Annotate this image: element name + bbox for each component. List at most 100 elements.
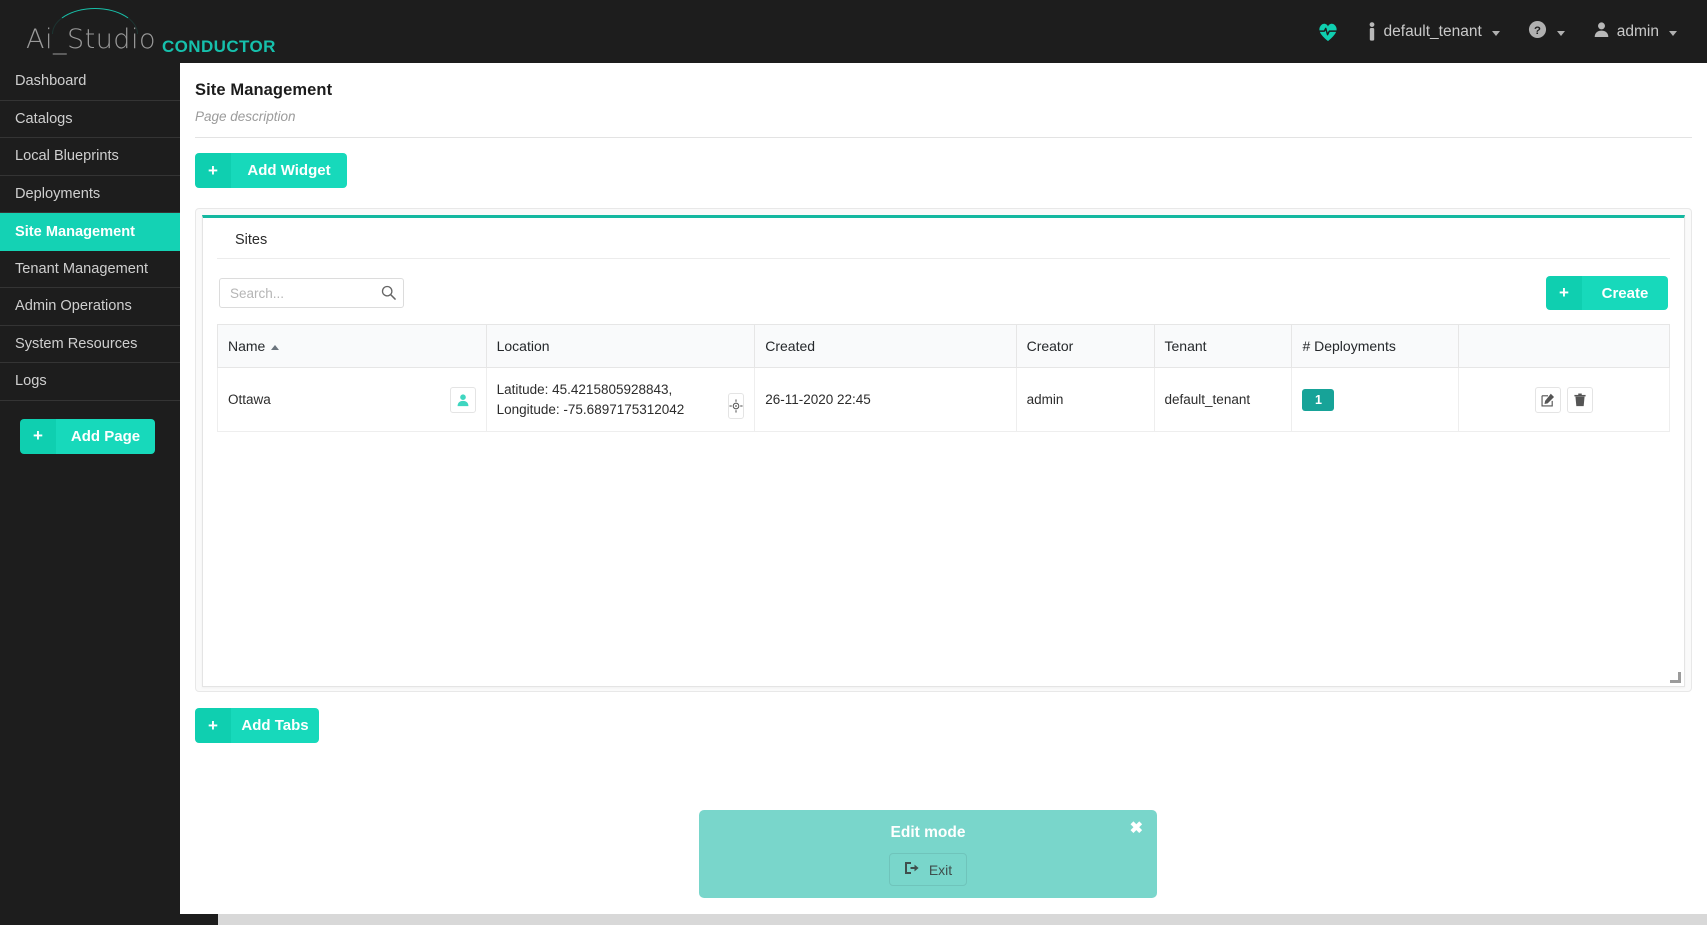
crosshair-icon[interactable] [727, 393, 745, 420]
sidebar-item-system-resources[interactable]: System Resources [0, 326, 180, 363]
sign-out-icon [904, 861, 920, 878]
exit-label: Exit [928, 861, 953, 878]
horizontal-scrollbar[interactable] [0, 914, 1707, 925]
search-input[interactable] [219, 278, 404, 308]
sidebar-item-site-management[interactable]: Site Management [0, 213, 180, 251]
close-icon[interactable]: ✖ [1130, 821, 1143, 837]
page-header: Site Management Page description [180, 63, 1707, 124]
cell-actions [1458, 367, 1670, 433]
column-label: Name [228, 338, 266, 354]
cell-name: Ottawa [217, 367, 487, 433]
sidebar-item-label: Logs [15, 373, 47, 390]
column-header-creator[interactable]: Creator [1015, 324, 1155, 368]
top-header-bar: Ai_Studio CONDUCTOR default_tenant ? adm… [0, 0, 1707, 63]
column-header-location[interactable]: Location [485, 324, 756, 368]
table-row[interactable]: Ottawa Latitude: 45.4215805928843, Longi… [217, 367, 1670, 433]
add-tabs-label: Add Tabs [231, 708, 319, 743]
user-icon [1593, 21, 1610, 43]
sidebar-item-local-blueprints[interactable]: Local Blueprints [0, 138, 180, 176]
widget-edit-container: Sites + Create [195, 208, 1692, 692]
person-icon [1367, 22, 1377, 41]
help-menu-button[interactable]: ? [1514, 0, 1579, 63]
edit-mode-panel: Edit mode ✖ Exit [699, 810, 1157, 898]
column-header-created[interactable]: Created [754, 324, 1017, 368]
sidebar-item-label: Deployments [15, 185, 101, 202]
sidebar-item-deployments[interactable]: Deployments [0, 176, 180, 213]
sidebar-item-catalogs[interactable]: Catalogs [0, 101, 180, 138]
health-status-button[interactable] [1303, 0, 1353, 63]
main-content: Site Management Page description + Add W… [180, 63, 1707, 918]
widget-resize-handle[interactable] [1670, 672, 1682, 684]
add-tabs-container: + Add Tabs [180, 692, 1707, 743]
search-container [219, 278, 404, 308]
sidebar-item-label: Local Blueprints [15, 148, 119, 165]
widget-toolbar: + Create [217, 273, 1670, 324]
plus-icon: + [195, 153, 231, 188]
tenant-label: default_tenant [1383, 22, 1482, 40]
column-label: Location [496, 338, 550, 354]
sidebar-item-dashboard[interactable]: Dashboard [0, 63, 180, 101]
table-header-row: Name Location Created Creator Tenant # D… [217, 324, 1670, 368]
column-label: Tenant [1164, 338, 1207, 354]
add-tabs-button[interactable]: + Add Tabs [195, 708, 319, 743]
cell-location: Latitude: 45.4215805928843, Longitude: -… [485, 367, 756, 433]
column-header-name[interactable]: Name [217, 324, 487, 368]
app-logo[interactable]: Ai_Studio CONDUCTOR [14, 6, 276, 58]
sidebar-item-tenant-management[interactable]: Tenant Management [0, 251, 180, 288]
sort-asc-icon [271, 344, 280, 350]
exit-edit-mode-button[interactable]: Exit [889, 853, 967, 886]
sites-widget: Sites + Create [202, 215, 1685, 687]
page-title: Site Management [195, 81, 333, 99]
column-header-actions [1458, 324, 1670, 368]
sidebar-item-label: Dashboard [15, 73, 87, 90]
add-widget-button[interactable]: + Add Widget [195, 153, 347, 188]
add-page-container: + Add Page [0, 401, 180, 454]
add-widget-container: + Add Widget [180, 138, 1707, 188]
sidebar-item-label: System Resources [15, 335, 138, 352]
user-menu-button[interactable]: admin [1579, 0, 1691, 63]
site-location: Latitude: 45.4215805928843, Longitude: -… [496, 382, 685, 417]
sidebar-item-label: Tenant Management [15, 260, 149, 277]
logo-product-name: CONDUCTOR [162, 37, 276, 56]
create-label: Create [1582, 276, 1668, 310]
cell-creator: admin [1015, 367, 1155, 433]
sidebar-item-label: Catalogs [15, 110, 73, 127]
plus-icon: + [1546, 276, 1582, 310]
logo-brand-name: Ai_Studio [26, 24, 156, 55]
heartbeat-icon [1317, 22, 1339, 42]
scrollbar-thumb[interactable] [0, 914, 218, 925]
user-avatar-icon[interactable] [449, 386, 476, 413]
sidebar-item-logs[interactable]: Logs [0, 363, 180, 401]
page-description: Page description [195, 109, 296, 124]
sidebar-item-admin-operations[interactable]: Admin Operations [0, 288, 180, 326]
sidebar-item-label: Site Management [15, 223, 136, 240]
column-label: Creator [1026, 338, 1074, 354]
sites-table: Name Location Created Creator Tenant # D… [217, 324, 1670, 433]
status-badge[interactable]: 1 [1302, 388, 1335, 411]
tenant-selector[interactable]: default_tenant [1353, 0, 1514, 63]
table-body: Ottawa Latitude: 45.4215805928843, Longi… [217, 367, 1670, 433]
widget-title: Sites [217, 218, 1670, 259]
svg-text:?: ? [1534, 24, 1541, 36]
create-button[interactable]: + Create [1546, 276, 1668, 310]
site-name: Ottawa [228, 392, 271, 408]
add-page-button[interactable]: + Add Page [20, 418, 155, 454]
plus-icon: + [20, 418, 56, 454]
edit-icon[interactable] [1535, 386, 1562, 413]
column-header-tenant[interactable]: Tenant [1153, 324, 1293, 368]
plus-icon: + [195, 708, 231, 743]
question-circle-icon: ? [1528, 20, 1547, 44]
cell-tenant: default_tenant [1153, 367, 1293, 433]
column-label: Created [765, 338, 816, 354]
cell-created: 26-11-2020 22:45 [754, 367, 1017, 433]
column-header-deployments[interactable]: # Deployments [1291, 324, 1460, 368]
column-label: # Deployments [1302, 338, 1396, 354]
edit-mode-title: Edit mode [890, 824, 966, 841]
widget-body: + Create [203, 259, 1684, 433]
delete-icon[interactable] [1567, 386, 1594, 413]
chevron-down-icon [1556, 30, 1565, 36]
left-sidebar: Dashboard Catalogs Local Blueprints Depl… [0, 63, 180, 925]
sidebar-item-label: Admin Operations [15, 298, 132, 315]
add-page-label: Add Page [56, 418, 155, 454]
cell-deployments: 1 [1291, 367, 1460, 433]
